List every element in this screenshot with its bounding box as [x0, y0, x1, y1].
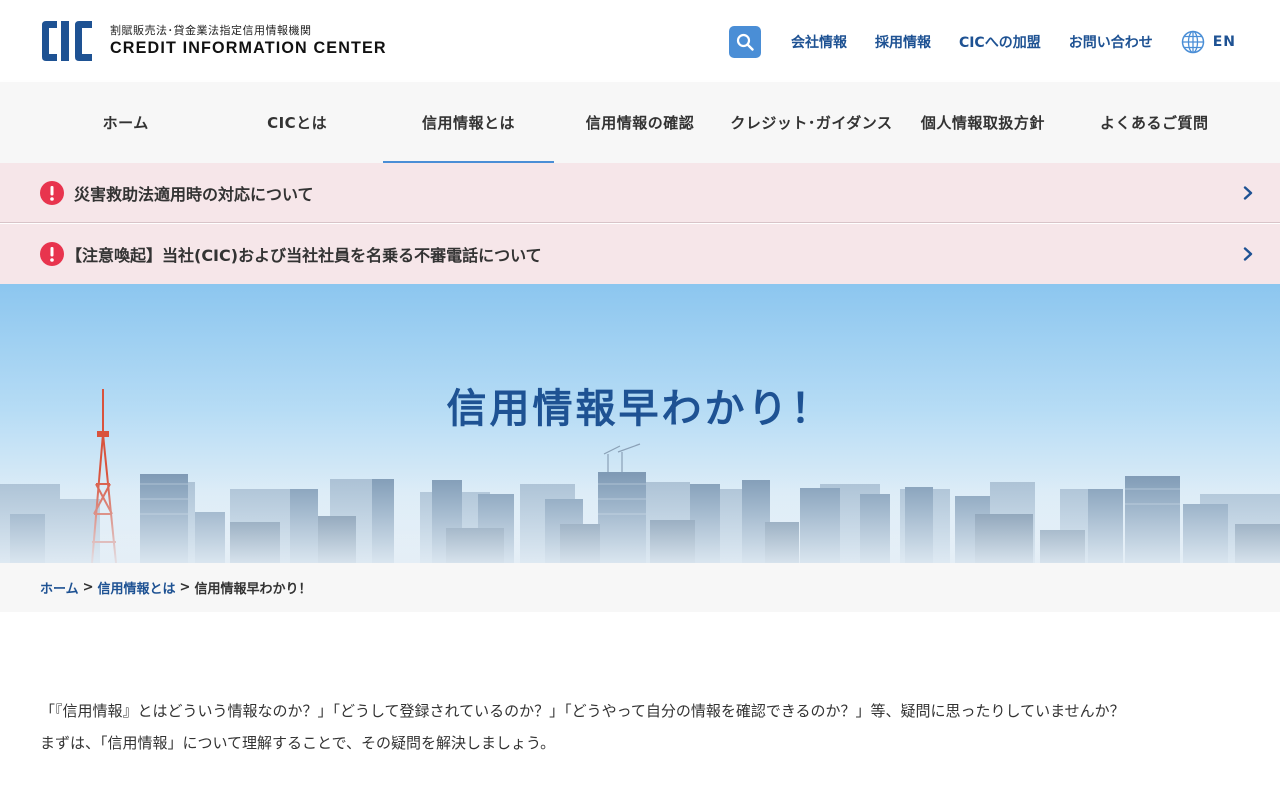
- cic-logo-mark: [42, 21, 92, 61]
- breadcrumb-current: 信用情報早わかり！: [194, 582, 312, 597]
- exclamation-icon: [40, 180, 64, 205]
- gnav-item-check-info[interactable]: 信用情報の確認: [554, 82, 725, 163]
- alert-disaster-relief[interactable]: 災害救助法適用時の対応について: [0, 163, 1280, 223]
- breadcrumb-separator: >: [179, 580, 191, 595]
- breadcrumb-separator: >: [82, 580, 94, 595]
- intro-line-2: まずは、「信用情報」について理解することで、その疑問を解決しましょう。: [40, 734, 556, 752]
- cic-logo[interactable]: 割賦販売法･貸金業法指定信用情報機関 CREDIT INFORMATION CE…: [40, 19, 401, 63]
- gnav-item-credit-info[interactable]: 信用情報とは: [382, 82, 555, 163]
- page-title: 信用情報早わかり！: [446, 386, 834, 432]
- alert-text: 【注意喚起】当社(CIC)および当社社員を名乗る不審電話について: [66, 246, 542, 265]
- gnav-item-privacy-policy[interactable]: 個人情報取扱方針: [897, 82, 1068, 163]
- alert-suspicious-calls[interactable]: 【注意喚起】当社(CIC)および当社社員を名乗る不審電話について: [0, 224, 1280, 284]
- utility-nav: 会社情報 採用情報 CICへの加盟 お問い合わせ EN: [728, 26, 1236, 58]
- hero-banner: 信用情報早わかり！: [0, 284, 1280, 563]
- breadcrumb: ホーム > 信用情報とは > 信用情報早わかり！: [0, 563, 1280, 612]
- breadcrumb-credit-info[interactable]: 信用情報とは: [98, 578, 176, 597]
- gnav-item-about-cic[interactable]: CICとは: [211, 82, 382, 163]
- util-link-recruit[interactable]: 採用情報: [875, 32, 931, 52]
- breadcrumb-home[interactable]: ホーム: [40, 578, 79, 597]
- gnav-item-credit-guidance[interactable]: クレジット･ガイダンス: [726, 82, 897, 163]
- util-link-contact[interactable]: お問い合わせ: [1069, 32, 1153, 52]
- global-nav: ホーム CICとは 信用情報とは 信用情報の確認 クレジット･ガイダンス 個人情…: [0, 82, 1280, 163]
- globe-icon: [1181, 30, 1204, 54]
- site-header: 割賦販売法･貸金業法指定信用情報機関 CREDIT INFORMATION CE…: [0, 0, 1280, 82]
- util-link-membership[interactable]: CICへの加盟: [959, 32, 1041, 52]
- gnav-item-home[interactable]: ホーム: [40, 82, 211, 163]
- intro-text: 「『信用情報』とはどういう情報なのか？」「どうして登録されているのか？」「どうや…: [40, 695, 1240, 759]
- chevron-right-icon: [1243, 247, 1253, 261]
- logo-name: CREDIT INFORMATION CENTER: [110, 38, 387, 57]
- language-switch[interactable]: EN: [1181, 30, 1236, 54]
- search-button[interactable]: [728, 26, 761, 58]
- intro-line-1: 「『信用情報』とはどういう情報なのか？」「どうして登録されているのか？」「どうや…: [40, 702, 1125, 720]
- search-icon: [736, 33, 754, 51]
- util-link-company[interactable]: 会社情報: [791, 32, 847, 52]
- language-label: EN: [1212, 34, 1236, 50]
- gnav-item-faq[interactable]: よくあるご質問: [1069, 82, 1240, 163]
- alert-text: 災害救助法適用時の対応について: [74, 184, 314, 204]
- exclamation-icon: [40, 242, 64, 266]
- logo-subtitle: 割賦販売法･貸金業法指定信用情報機関: [110, 24, 312, 37]
- chevron-right-icon: [1243, 185, 1253, 200]
